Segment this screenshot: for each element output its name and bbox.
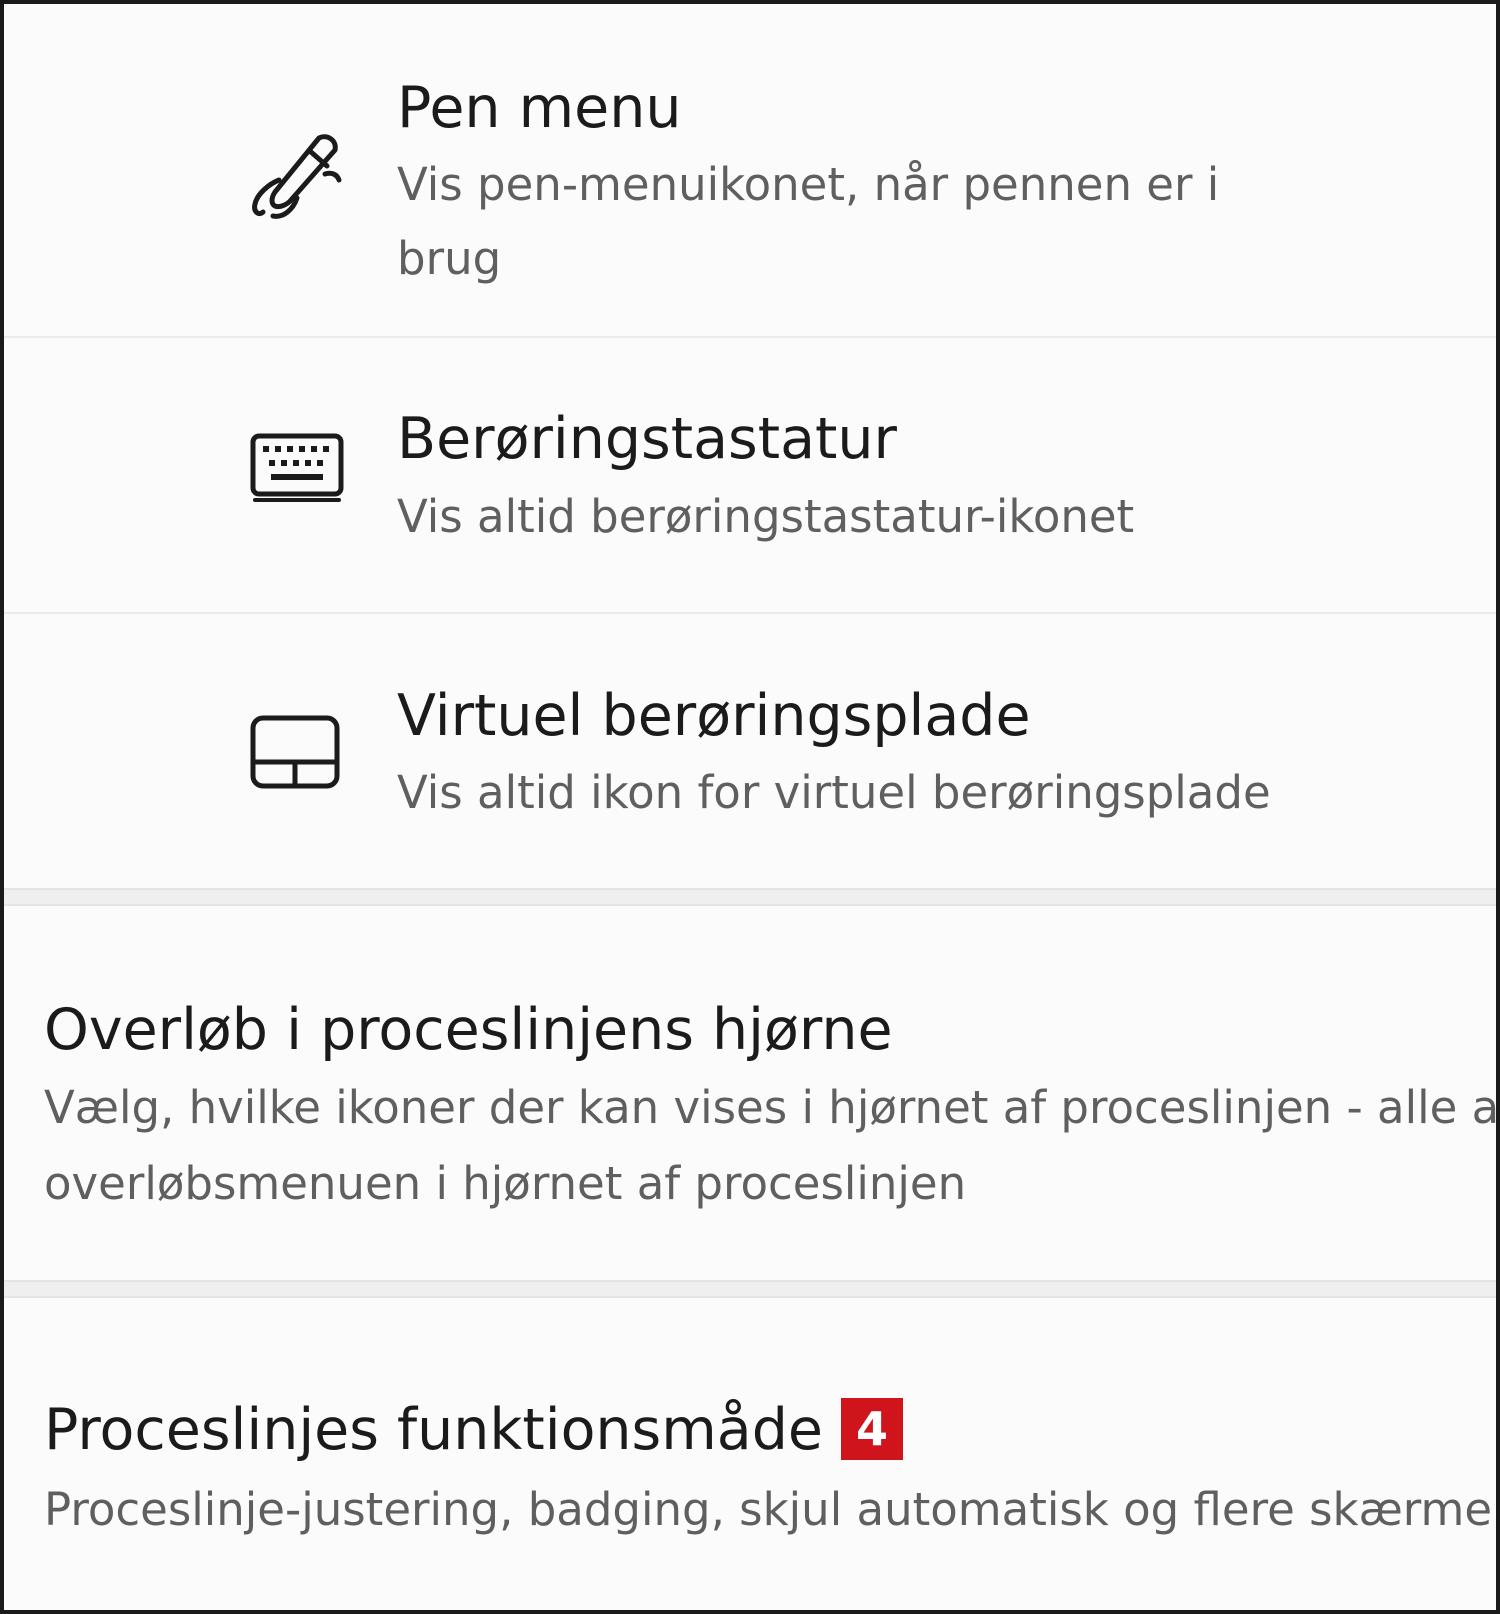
touchpad-icon [249, 714, 345, 792]
taskbar-corner-overflow-section[interactable]: Overløb i proceslinjens hjørne Vælg, hvi… [4, 906, 1500, 1280]
touch-keyboard-title: Berøringstastatur [397, 406, 897, 472]
section-separator [4, 1280, 1496, 1298]
virtual-touchpad-title: Virtuel berøringsplade [397, 683, 1031, 749]
pen-menu-row[interactable]: Pen menu Vis pen-menuikonet, når pennen … [4, 4, 1496, 336]
pen-menu-description: Vis pen-menuikonet, når pennen er i brug [397, 158, 1220, 285]
pen-icon [249, 128, 345, 224]
keyboard-icon [249, 430, 345, 506]
taskbar-corner-overflow-description-line1: Vælg, hvilke ikoner der kan vises i hjør… [44, 1081, 1500, 1134]
settings-panel: Pen menu Vis pen-menuikonet, når pennen … [0, 0, 1500, 1614]
virtual-touchpad-description: Vis altid ikon for virtuel berøringsplad… [397, 766, 1271, 819]
step-number-badge: 4 [840, 1398, 903, 1461]
section-separator [4, 888, 1496, 906]
taskbar-behaviors-title-row: Proceslinjes funktionsmåde 4 [44, 1396, 903, 1464]
taskbar-behaviors-title: Proceslinjes funktionsmåde [44, 1397, 823, 1463]
taskbar-corner-overflow-title: Overløb i proceslinjens hjørne [44, 997, 893, 1063]
touch-keyboard-row[interactable]: Berøringstastatur Vis altid berøringstas… [4, 338, 1496, 612]
touch-keyboard-description: Vis altid berøringstastatur-ikonet [397, 490, 1135, 543]
taskbar-corner-overflow-description-line2: overløbsmenuen i hjørnet af proceslinjen [44, 1157, 967, 1210]
virtual-touchpad-row[interactable]: Virtuel berøringsplade Vis altid ikon fo… [4, 614, 1496, 888]
taskbar-behaviors-description: Proceslinje-justering, badging, skjul au… [44, 1483, 1492, 1536]
pen-menu-title: Pen menu [397, 75, 682, 141]
taskbar-behaviors-section[interactable]: Proceslinjes funktionsmåde 4 Proceslinje-… [4, 1298, 1496, 1610]
